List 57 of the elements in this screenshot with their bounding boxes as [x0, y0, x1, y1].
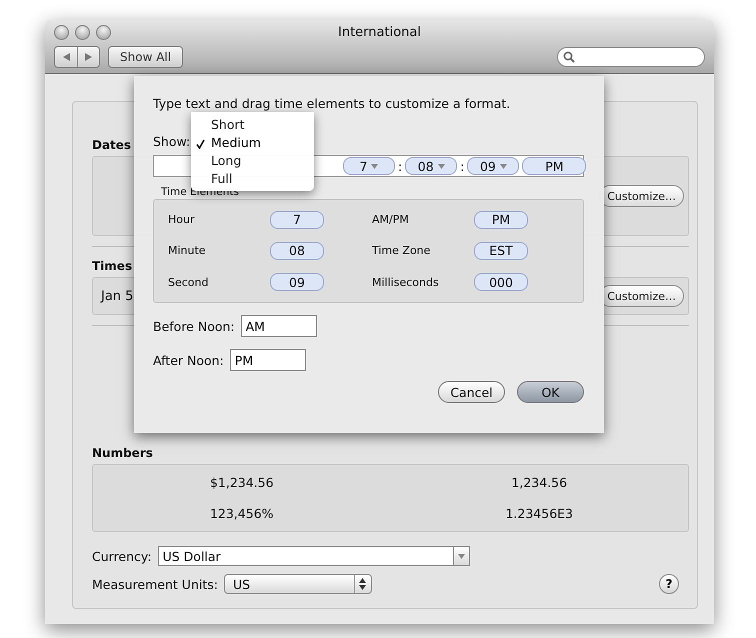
close-button[interactable] — [54, 24, 69, 40]
element-label: Minute — [168, 244, 207, 258]
after-noon-field[interactable]: PM — [230, 349, 306, 371]
search-field[interactable] — [557, 47, 705, 67]
separator-text: : — [398, 158, 402, 174]
number-sample: 1,234.56 — [511, 475, 568, 490]
caret-icon — [438, 164, 445, 168]
search-icon — [563, 51, 575, 63]
cancel-button[interactable]: Cancel — [438, 381, 505, 403]
after-noon-label: After Noon: — [153, 352, 224, 368]
format-token[interactable]: 09 — [467, 157, 520, 175]
right-triangle-icon — [85, 53, 92, 61]
number-sample: 123,456% — [210, 506, 274, 521]
section-title: Numbers — [92, 446, 153, 460]
time-element-token[interactable]: 08 — [270, 242, 324, 260]
group-title: Time Elements — [161, 186, 240, 198]
measurement-units-label: Measurement Units: — [92, 576, 218, 592]
format-token[interactable]: 7 — [343, 157, 395, 175]
section-title: Times — [92, 259, 132, 273]
caret-icon — [371, 164, 378, 168]
caret-icon — [458, 554, 465, 558]
help-button[interactable]: ? — [659, 574, 679, 594]
time-element-token[interactable]: PM — [474, 210, 528, 229]
currency-label: Currency: — [92, 548, 152, 564]
element-label: Hour — [168, 213, 196, 226]
separator-text: : — [460, 158, 464, 174]
number-sample: $1,234.56 — [210, 475, 274, 490]
time-element-token[interactable]: 7 — [270, 210, 324, 229]
before-noon-label: Before Noon: — [153, 318, 235, 334]
up-down-arrows-icon — [359, 578, 366, 590]
element-label: AM/PM — [372, 213, 410, 226]
time-sample: Jan 5 — [101, 288, 134, 304]
section-title: Dates — [92, 138, 132, 152]
minimize-button[interactable] — [75, 24, 90, 40]
time-element-token[interactable]: 000 — [474, 273, 528, 292]
menu-item[interactable]: Medium — [191, 133, 314, 151]
format-token[interactable]: 08 — [405, 157, 458, 175]
zoom-button[interactable] — [96, 24, 111, 40]
element-label: Time Zone — [372, 244, 432, 258]
show-all-button[interactable]: Show All — [108, 46, 184, 68]
currency-combo-box[interactable]: US Dollar — [158, 546, 470, 566]
show-label: Show: — [153, 134, 190, 148]
instructions-text: Type text and drag time elements to customize a format. — [153, 96, 512, 111]
format-token[interactable]: PM — [522, 157, 586, 175]
left-triangle-icon — [62, 53, 70, 61]
measurement-units-popup[interactable]: US — [224, 574, 372, 594]
element-label: Second — [168, 276, 210, 289]
window-title: International — [338, 24, 421, 40]
ok-button[interactable]: OK — [517, 381, 584, 403]
time-element-token[interactable]: EST — [474, 242, 528, 260]
checkmark-icon — [196, 137, 206, 147]
before-noon-field[interactable]: AM — [240, 315, 317, 337]
caret-icon — [500, 164, 507, 168]
element-label: Milliseconds — [372, 276, 440, 289]
number-sample: 1.23456E3 — [505, 506, 574, 521]
menu-item[interactable]: Short — [191, 115, 314, 133]
time-element-token[interactable]: 09 — [270, 273, 324, 292]
